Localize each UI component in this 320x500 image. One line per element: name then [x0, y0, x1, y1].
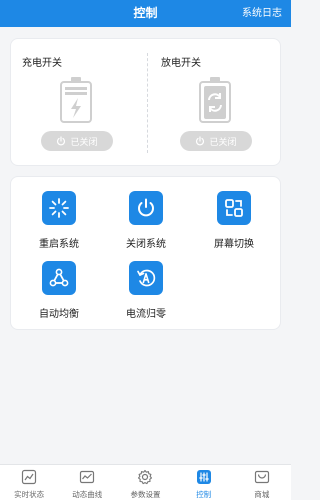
current-zero-button[interactable]: 电流归零: [111, 261, 181, 323]
power-icon: [57, 136, 66, 146]
shutdown-system-label: 关闭系统: [126, 239, 166, 250]
screen-switch-button[interactable]: 屏幕切换: [199, 191, 269, 253]
tab-control-label: 控制: [196, 490, 212, 499]
auto-balance-button[interactable]: 自动均衡: [24, 261, 94, 323]
screen-switch-label: 屏幕切换: [214, 239, 254, 250]
charge-switch-button[interactable]: 已关闭: [41, 131, 113, 151]
system-log-link[interactable]: 系统日志: [242, 0, 282, 27]
screen-switch-icon: [217, 191, 251, 225]
current-zero-icon: [129, 261, 163, 295]
tab-dynamic-curve[interactable]: 动态曲线: [58, 465, 116, 500]
power-icon: [196, 136, 205, 146]
charge-switch-status: 已关闭: [70, 137, 98, 148]
restart-system-button[interactable]: 重启系统: [24, 191, 94, 253]
tab-control[interactable]: 控制: [175, 465, 233, 500]
settings-icon: [138, 469, 153, 485]
curve-icon: [80, 470, 95, 484]
shop-icon: [254, 470, 269, 484]
balance-icon: [42, 261, 76, 295]
tab-parameter-settings[interactable]: 参数设置: [116, 465, 174, 500]
restart-system-label: 重启系统: [39, 239, 79, 250]
discharge-switch-status: 已关闭: [209, 137, 237, 148]
switch-card: 充电开关 已关闭 放电开关 已关闭: [10, 38, 281, 166]
charge-battery-icon: [60, 77, 92, 123]
power-icon: [129, 191, 163, 225]
tab-realtime-status[interactable]: 实时状态: [0, 465, 58, 500]
realtime-icon: [21, 469, 37, 485]
discharge-battery-icon: [199, 77, 231, 123]
app-header: 控制 系统日志: [0, 0, 291, 27]
actions-card: 重启系统 关闭系统 屏幕切换 自动均衡 电流归零: [10, 176, 281, 330]
tab-shop[interactable]: 商城: [233, 465, 291, 500]
shutdown-system-button[interactable]: 关闭系统: [111, 191, 181, 253]
restart-icon: [42, 191, 76, 225]
discharge-switch-button[interactable]: 已关闭: [180, 131, 252, 151]
tab-shop-label: 商城: [254, 490, 270, 499]
auto-balance-label: 自动均衡: [39, 309, 79, 320]
current-zero-label: 电流归零: [126, 309, 166, 320]
bottom-tab-bar: 实时状态 动态曲线 参数设置 控制 商城: [0, 464, 291, 500]
switch-divider: [147, 53, 148, 153]
tab-realtime-status-label: 实时状态: [14, 490, 45, 499]
control-icon: [196, 470, 211, 484]
discharge-switch-label: 放电开关: [161, 58, 201, 69]
tab-dynamic-curve-label: 动态曲线: [72, 490, 103, 499]
charge-switch-label: 充电开关: [22, 58, 62, 69]
tab-parameter-settings-label: 参数设置: [130, 490, 161, 499]
